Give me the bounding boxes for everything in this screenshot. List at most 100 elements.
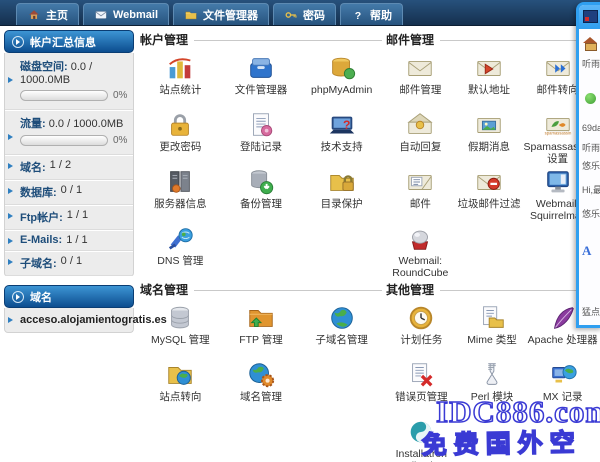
svg-text:spamassassin: spamassassin bbox=[544, 130, 571, 135]
app-stats[interactable]: 站点统计 bbox=[140, 53, 221, 110]
mini-window-icon bbox=[583, 10, 598, 23]
feather-icon bbox=[548, 303, 578, 333]
envelope-lines-icon bbox=[405, 167, 435, 197]
domain-list: acceso.alojamientogratis.es bbox=[4, 308, 134, 333]
progress-bar bbox=[20, 90, 108, 101]
icon-grid: MySQL 管理 FTP 管理子域名管理站点转向域名管理 bbox=[140, 303, 382, 417]
folder-globe-icon bbox=[165, 360, 195, 390]
app-folder-up[interactable]: FTP 管理 bbox=[221, 303, 302, 360]
domain-item[interactable]: acceso.alojamientogratis.es bbox=[5, 308, 133, 332]
stat-row: 域名:1 / 2 bbox=[5, 155, 133, 180]
app-database[interactable]: phpMyAdmin bbox=[301, 53, 382, 110]
tab-label: 文件管理器 bbox=[203, 7, 258, 23]
app-backup[interactable]: 备份管理 bbox=[221, 167, 302, 224]
tab-filemanager[interactable]: 文件管理器 bbox=[173, 3, 269, 25]
app-envelope-open[interactable]: 自动回复 bbox=[386, 110, 455, 167]
app-label: 计划任务 bbox=[400, 334, 442, 346]
app-globe[interactable]: 子域名管理 bbox=[301, 303, 382, 360]
app-label: 垃圾邮件过滤 bbox=[457, 198, 520, 210]
app-log[interactable]: 登陆记录 bbox=[221, 110, 302, 167]
icon-grid: 站点统计 文件管理器 phpMyAdmin 更改密码登陆记录? 技术支持服务器信息备份管… bbox=[140, 53, 382, 281]
app-label: 站点统计 bbox=[159, 84, 201, 96]
globe-icon bbox=[327, 303, 357, 333]
stats-list: 域名:1 / 2数据库:0 / 1Ftp帐户:1 / 1E-Mails:1 / … bbox=[5, 155, 133, 276]
app-label: 域名管理 bbox=[240, 391, 282, 403]
svg-text:?: ? bbox=[343, 118, 350, 132]
app-label: Apache 处理器 bbox=[528, 334, 598, 346]
error-page-icon bbox=[406, 360, 436, 390]
lock-icon bbox=[165, 110, 195, 140]
app-envelope-lines[interactable]: 邮件 bbox=[386, 167, 455, 224]
app-mime[interactable]: Mime 类型 bbox=[457, 303, 528, 360]
tab-webmail[interactable]: Webmail bbox=[83, 3, 169, 25]
flask-icon bbox=[477, 360, 507, 390]
stat-label: 数据库: bbox=[20, 184, 57, 200]
app-label: 自动回复 bbox=[399, 141, 441, 153]
app-dns[interactable]: DNS 管理 bbox=[140, 224, 221, 281]
app-folder-lock[interactable]: 目录保护 bbox=[301, 167, 382, 224]
mime-icon bbox=[477, 303, 507, 333]
arrow-bullet-icon bbox=[8, 163, 13, 169]
chat-line: 猛点 bbox=[582, 305, 600, 318]
app-label: phpMyAdmin bbox=[311, 84, 372, 96]
app-server[interactable]: 服务器信息 bbox=[140, 167, 221, 224]
stat-value: 1 / 1 bbox=[66, 234, 87, 246]
collapse-arrow-icon bbox=[12, 36, 24, 48]
app-roundcube[interactable]: Webmail: RoundCube bbox=[386, 224, 455, 281]
app-label: 邮件 bbox=[410, 198, 431, 210]
section-1: 邮件管理邮件管理默认地址邮件转向自动回复假期消息spamassassinSpam… bbox=[386, 31, 592, 281]
app-envelope-block[interactable]: 垃圾邮件过滤 bbox=[455, 167, 524, 224]
app-envelope-arrow[interactable]: 默认地址 bbox=[455, 53, 524, 110]
usage-label: 流量: bbox=[20, 118, 46, 130]
app-globe-gear[interactable]: 域名管理 bbox=[221, 360, 302, 417]
folder-lock-icon bbox=[327, 167, 357, 197]
arrow-bullet-icon bbox=[8, 317, 13, 323]
stat-value: 0 / 1 bbox=[61, 184, 82, 200]
app-label: MySQL 管理 bbox=[151, 334, 210, 346]
monitor-icon bbox=[543, 167, 573, 197]
mx-icon bbox=[548, 360, 578, 390]
chat-line: 悠乐 bbox=[582, 159, 600, 172]
svg-text:?: ? bbox=[355, 9, 361, 21]
app-label: 邮件管理 bbox=[399, 84, 441, 96]
house-icon bbox=[583, 37, 597, 49]
clock-icon bbox=[406, 303, 436, 333]
app-lock[interactable]: 更改密码 bbox=[140, 110, 221, 167]
usage-label: 磁盘空间: bbox=[20, 61, 68, 73]
usage-value: 0.0 / 1000.0MB bbox=[49, 118, 124, 130]
stat-row: 数据库:0 / 1 bbox=[5, 180, 133, 205]
app-label: 默认地址 bbox=[468, 84, 510, 96]
app-label: Mime 类型 bbox=[467, 334, 517, 346]
tab-key[interactable]: 密码 bbox=[273, 3, 336, 25]
domains-header[interactable]: 域名 bbox=[4, 285, 134, 308]
tab-help[interactable]: ?帮助 bbox=[340, 3, 403, 25]
app-mysql[interactable]: MySQL 管理 bbox=[140, 303, 221, 360]
chat-panel-header bbox=[579, 5, 600, 29]
app-envelope-photo[interactable]: 假期消息 bbox=[455, 110, 524, 167]
app-clock[interactable]: 计划任务 bbox=[386, 303, 457, 360]
section-title: 域名管理 bbox=[140, 281, 188, 298]
section-rule bbox=[440, 40, 592, 41]
account-summary-header[interactable]: 帐户汇总信息 bbox=[4, 30, 134, 53]
server-icon bbox=[165, 167, 195, 197]
app-envelope[interactable]: 邮件管理 bbox=[386, 53, 455, 110]
app-folder-globe[interactable]: 站点转向 bbox=[140, 360, 221, 417]
app-label: 邮件转向 bbox=[537, 84, 579, 96]
section-0: 帐户管理站点统计 文件管理器 phpMyAdmin 更改密码登陆记录? 技术支持服务器信… bbox=[140, 31, 382, 281]
folder-up-icon bbox=[246, 303, 276, 333]
app-label: 技术支持 bbox=[321, 141, 363, 153]
help-icon: ? bbox=[351, 8, 365, 22]
section-rule bbox=[440, 290, 598, 291]
section-rule bbox=[194, 290, 382, 291]
usage-percent: 0% bbox=[113, 90, 127, 101]
tab-home[interactable]: 主页 bbox=[16, 3, 79, 25]
app-support[interactable]: ? 技术支持 bbox=[301, 110, 382, 167]
section-title: 帐户管理 bbox=[140, 31, 188, 48]
app-filebox[interactable]: 文件管理器 bbox=[221, 53, 302, 110]
floating-chat-panel[interactable]: 听雨69da听雨悠乐Hi,最悠乐A猛点 bbox=[576, 2, 600, 328]
navbar-tabs: 主页 Webmail 文件管理器密码?帮助 bbox=[16, 3, 407, 25]
tab-label: Webmail bbox=[113, 9, 158, 21]
mysql-icon bbox=[165, 303, 195, 333]
envelope-photo-icon bbox=[474, 110, 504, 140]
app-label: 登陆记录 bbox=[240, 141, 282, 153]
